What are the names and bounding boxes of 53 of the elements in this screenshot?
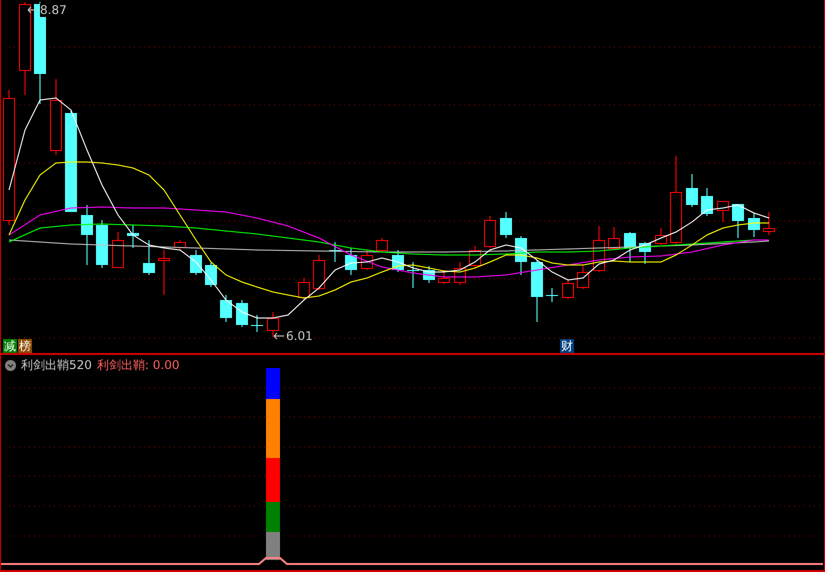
candlestick [96, 220, 108, 268]
candlestick [143, 240, 155, 276]
candlestick [112, 232, 124, 268]
candlestick [174, 240, 186, 250]
candlestick [748, 212, 760, 238]
arrow-icon [273, 332, 285, 340]
candlestick [624, 232, 636, 262]
candlestick [500, 212, 512, 238]
candlestick [251, 314, 263, 332]
candlestick [423, 266, 435, 284]
candlestick [236, 300, 248, 328]
candlestick [127, 224, 139, 248]
candlestick [732, 204, 744, 238]
candlestick [438, 270, 450, 284]
candlestick [205, 262, 217, 288]
candlestick [190, 250, 202, 276]
candlestick [392, 250, 404, 272]
collapse-icon[interactable] [5, 360, 16, 370]
candlestick [361, 250, 373, 270]
candlestick [639, 242, 651, 264]
indicator-name: 利剑出鞘520 [21, 357, 92, 373]
candlestick [701, 188, 713, 216]
high-price-label: 8.87 [40, 3, 67, 17]
candlestick [158, 250, 170, 296]
candlestick [577, 266, 589, 290]
candlestick [407, 262, 419, 288]
candlestick [655, 228, 667, 246]
candlestick [531, 260, 543, 322]
signal-badge: 榜 [18, 339, 32, 353]
event-marker[interactable]: 财 [560, 339, 574, 353]
indicator-value: 利剑出鞘: 0.00 [96, 357, 180, 373]
candlestick [267, 312, 279, 338]
signal-badge: 减 [3, 339, 17, 353]
candlestick [546, 288, 558, 302]
candlestick [593, 226, 605, 272]
candlestick [81, 204, 93, 266]
candlestick [298, 278, 310, 300]
candlestick [686, 174, 698, 208]
low-price-label: 6.01 [286, 329, 313, 343]
candlestick [484, 216, 496, 248]
candlestick [717, 200, 729, 222]
candlestick [329, 242, 341, 262]
candlestick [763, 212, 775, 236]
arrow-icon [27, 6, 39, 14]
candlestick [220, 294, 232, 322]
candlestick [469, 246, 481, 268]
candlestick [376, 238, 388, 252]
candlestick [515, 236, 527, 276]
candlestick [562, 280, 574, 300]
candlestick [454, 262, 466, 286]
candlestick [345, 248, 357, 276]
candlestick [313, 254, 325, 290]
candlestick [608, 226, 620, 250]
